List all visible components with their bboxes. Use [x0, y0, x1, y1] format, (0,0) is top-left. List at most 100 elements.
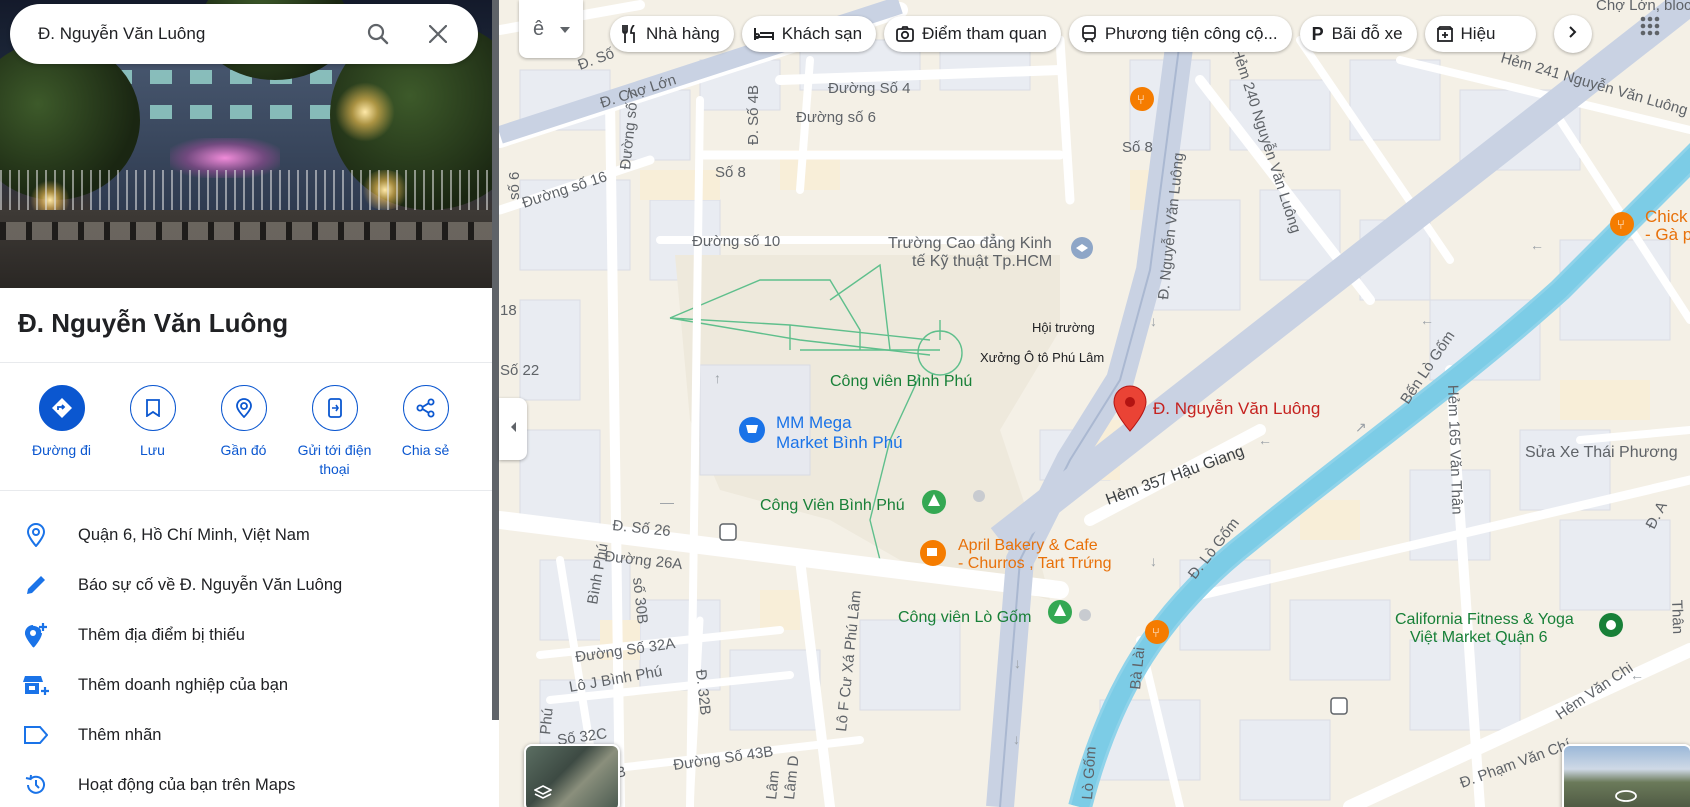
label-duong-so-6: Đường số 6	[796, 109, 876, 126]
collapse-panel-button[interactable]	[499, 398, 527, 460]
chip-label: Hiệu	[1460, 24, 1496, 43]
directions-icon	[38, 385, 85, 431]
label-than: Thân	[1668, 600, 1686, 635]
street-view-thumbnail[interactable]	[1562, 744, 1690, 807]
send-to-phone-button[interactable]: Gửi tới điện thoại	[289, 385, 380, 479]
info-report-text: Báo sự cố về Đ. Nguyễn Văn Luông	[78, 575, 343, 594]
transit-icon	[1081, 25, 1097, 43]
poi-mm-mega-line2: Market Bình Phú	[776, 433, 903, 452]
add-business-icon	[18, 674, 54, 696]
poi-mm-mega-line1: MM Mega	[776, 413, 852, 432]
info-add-business-text: Thêm doanh nghiệp của bạn	[78, 675, 289, 694]
save-button[interactable]: Lưu	[107, 385, 198, 479]
chip-label: Phương tiện công cộ...	[1104, 24, 1278, 43]
poi-california-line1: California Fitness & Yoga	[1395, 611, 1574, 628]
label-so-8-right: Số 8	[1122, 139, 1153, 156]
save-label: Lưu	[140, 442, 165, 458]
svg-text:—: —	[660, 494, 674, 510]
bus-stop-icon-2	[1330, 697, 1348, 715]
label-so-8-left: Số 8	[715, 164, 746, 181]
layers-icon	[533, 785, 553, 804]
search-box	[10, 4, 478, 64]
google-apps-icon[interactable]	[1640, 16, 1660, 41]
info-address-text: Quận 6, Hồ Chí Minh, Việt Nam	[78, 525, 310, 544]
info-report-issue[interactable]: Báo sự cố về Đ. Nguyễn Văn Luông	[0, 560, 492, 610]
poi-college-line2: tế Kỹ thuật Tp.HCM	[912, 253, 1052, 270]
svg-text:↗: ↗	[1355, 419, 1367, 435]
rotate-360-icon	[1614, 789, 1638, 807]
add-place-icon	[18, 622, 54, 648]
directions-label: Đường đi	[31, 442, 92, 458]
poi-park-binh-phu-2: Công Viên Bình Phú	[760, 497, 905, 514]
search-input[interactable]	[38, 24, 338, 44]
hotel-icon	[753, 27, 774, 41]
nearby-button[interactable]: Gần đó	[198, 385, 289, 479]
poi-chick-line1: Chick	[1645, 207, 1688, 226]
svg-text:↓: ↓	[1150, 553, 1157, 569]
label-so-6: số 6	[506, 172, 523, 200]
share-icon	[402, 385, 449, 431]
divider	[0, 490, 492, 491]
nearby-label: Gần đó	[220, 442, 267, 458]
poi-chick-line2: - Gà p	[1645, 225, 1690, 244]
info-address[interactable]: Quận 6, Hồ Chí Minh, Việt Nam	[0, 510, 492, 560]
bookmark-icon	[129, 385, 176, 431]
info-add-label-text: Thêm nhãn	[78, 725, 162, 744]
location-pin-icon	[18, 523, 54, 547]
close-icon[interactable]	[422, 18, 454, 50]
poi-college-line1: Trường Cao đẳng Kinh	[888, 233, 1052, 252]
search-icon[interactable]	[362, 18, 394, 50]
chip-label: Bãi đỗ xe	[1331, 24, 1403, 43]
label-duong-so-4: Đường Số 4	[828, 80, 910, 97]
poi-sua-xe: Sửa Xe Thái Phương	[1525, 444, 1678, 461]
chip-label: Khách sạn	[781, 24, 863, 43]
share-button[interactable]: Chia sẻ	[380, 385, 471, 479]
poi-park-binh-phu: Công viên Bình Phú	[830, 373, 972, 390]
poi-cho-lon-block: Chợ Lớn, block C	[1596, 0, 1690, 14]
svg-text:↓: ↓	[1013, 731, 1020, 747]
info-maps-activity[interactable]: Hoạt động của bạn trên Maps	[0, 760, 492, 807]
history-icon	[18, 774, 54, 796]
category-chips: Nhà hàng Khách sạn Điểm tham quan Phương…	[610, 16, 1536, 52]
svg-text:⑂: ⑂	[1617, 217, 1625, 232]
chip-pharmacy[interactable]: Hiệu	[1424, 16, 1536, 52]
info-add-business[interactable]: Thêm doanh nghiệp của bạn	[0, 660, 492, 710]
panel-scrollbar[interactable]	[492, 0, 499, 720]
layer-glyph: ê	[533, 17, 545, 40]
poi-park-lo-gom: Công viên Lò Gốm	[898, 609, 1031, 626]
svg-text:←: ←	[1420, 312, 1434, 328]
divider	[0, 362, 492, 363]
pharmacy-icon	[1436, 26, 1453, 42]
parking-icon: P	[1311, 23, 1324, 44]
layers-button[interactable]	[524, 744, 620, 807]
label-icon	[18, 726, 54, 744]
chip-restaurants[interactable]: Nhà hàng	[610, 16, 734, 52]
map-type-selector[interactable]: ê	[519, 0, 583, 58]
place-title: Đ. Nguyễn Văn Luông	[18, 308, 289, 338]
label-18: 18	[500, 302, 517, 319]
action-buttons: Đường đi Lưu Gần đó Gửi tới điện thoại C…	[0, 385, 492, 479]
chip-transit[interactable]: Phương tiện công cộ...	[1068, 16, 1292, 52]
svg-text:←: ←	[1530, 237, 1544, 253]
info-add-label[interactable]: Thêm nhãn	[0, 710, 492, 760]
chevron-left-icon	[509, 420, 517, 438]
chip-attractions[interactable]: Điểm tham quan	[884, 16, 1061, 52]
chip-hotels[interactable]: Khách sạn	[741, 16, 877, 52]
poi-april-line2: - Churros , Tart Trứng	[958, 555, 1112, 572]
info-add-missing-place[interactable]: Thêm địa điểm bị thiếu	[0, 610, 492, 660]
label-so-22: Số 22	[500, 362, 539, 379]
send-to-phone-icon	[311, 385, 358, 431]
bus-stop-icon	[719, 523, 737, 541]
restaurant-icon	[622, 25, 638, 43]
svg-text:↓: ↓	[1150, 313, 1157, 329]
poi-auto-workshop: Xưởng Ô tô Phú Lâm	[980, 350, 1104, 365]
pin-label: Đ. Nguyễn Văn Luông	[1153, 399, 1320, 418]
chevron-down-icon	[560, 20, 571, 38]
directions-button[interactable]: Đường đi	[16, 385, 107, 479]
chip-label: Nhà hàng	[646, 24, 720, 43]
chip-parking[interactable]: P Bãi đỗ xe	[1299, 16, 1417, 52]
label-duong-so-10: Đường số 10	[692, 233, 780, 250]
poi-california-line2: Việt Market Quận 6	[1410, 629, 1548, 646]
svg-text:←: ←	[1258, 432, 1272, 448]
chips-next-button[interactable]	[1554, 15, 1592, 53]
